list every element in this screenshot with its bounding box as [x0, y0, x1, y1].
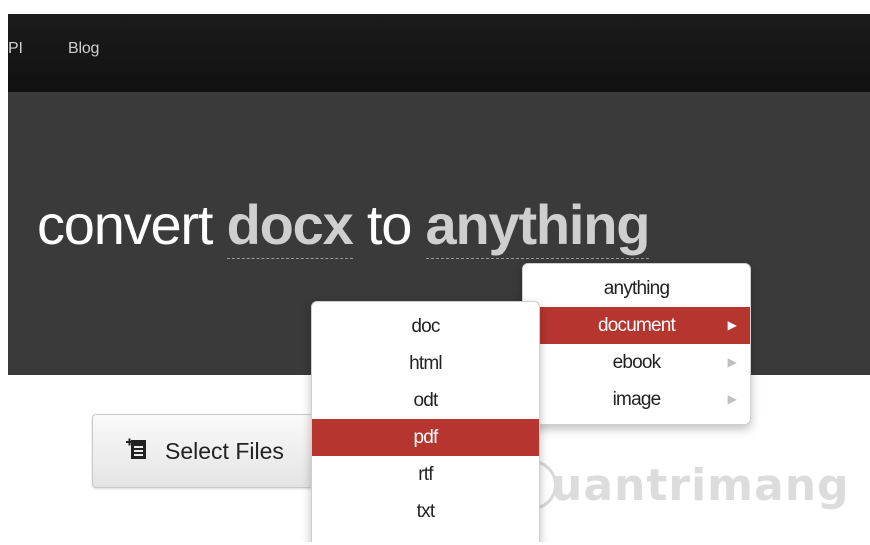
file-add-icon — [125, 437, 149, 461]
chevron-right-icon: ▶ — [727, 318, 737, 332]
browser-viewport: PI Blog convert docx to anything Select … — [8, 14, 870, 542]
nav-link-blog[interactable]: Blog — [68, 40, 99, 58]
menu-item-label: document — [597, 315, 676, 336]
submenu-item-odt[interactable]: odt — [312, 382, 539, 419]
submenu-item-txt[interactable]: txt — [312, 493, 539, 530]
select-files-label: Select Files — [165, 438, 284, 464]
submenu-item-rtf[interactable]: rtf — [312, 456, 539, 493]
menu-item-document[interactable]: document ▶ — [523, 307, 750, 344]
headline-prefix: convert — [37, 193, 213, 256]
chevron-right-icon: ▶ — [727, 355, 737, 369]
watermark-text: uantrimang — [551, 460, 850, 511]
source-format-selector[interactable]: docx — [226, 193, 354, 259]
target-format-menu: anything document ▶ ebook ▶ image ▶ — [522, 263, 751, 425]
submenu-item-pdf[interactable]: pdf — [312, 419, 539, 456]
chevron-right-icon: ▶ — [727, 392, 737, 406]
menu-item-label: image — [612, 389, 662, 410]
menu-item-label: anything — [603, 278, 670, 299]
document-format-submenu: doc html odt pdf rtf txt — [311, 301, 540, 542]
submenu-item-doc[interactable]: doc — [312, 308, 539, 345]
nav-link-api[interactable]: PI — [8, 40, 23, 58]
submenu-item-html[interactable]: html — [312, 345, 539, 382]
top-navbar: PI Blog — [8, 14, 870, 92]
headline-middle: to — [366, 193, 413, 256]
menu-item-image[interactable]: image ▶ — [523, 381, 750, 418]
menu-item-label: ebook — [612, 352, 662, 373]
watermark-logo: uantrimang — [507, 454, 849, 524]
menu-item-anything[interactable]: anything — [523, 270, 750, 307]
menu-item-ebook[interactable]: ebook ▶ — [523, 344, 750, 381]
select-files-button[interactable]: Select Files — [92, 414, 334, 488]
hero-headline: convert docx to anything — [37, 192, 650, 259]
target-format-selector[interactable]: anything — [425, 193, 650, 259]
